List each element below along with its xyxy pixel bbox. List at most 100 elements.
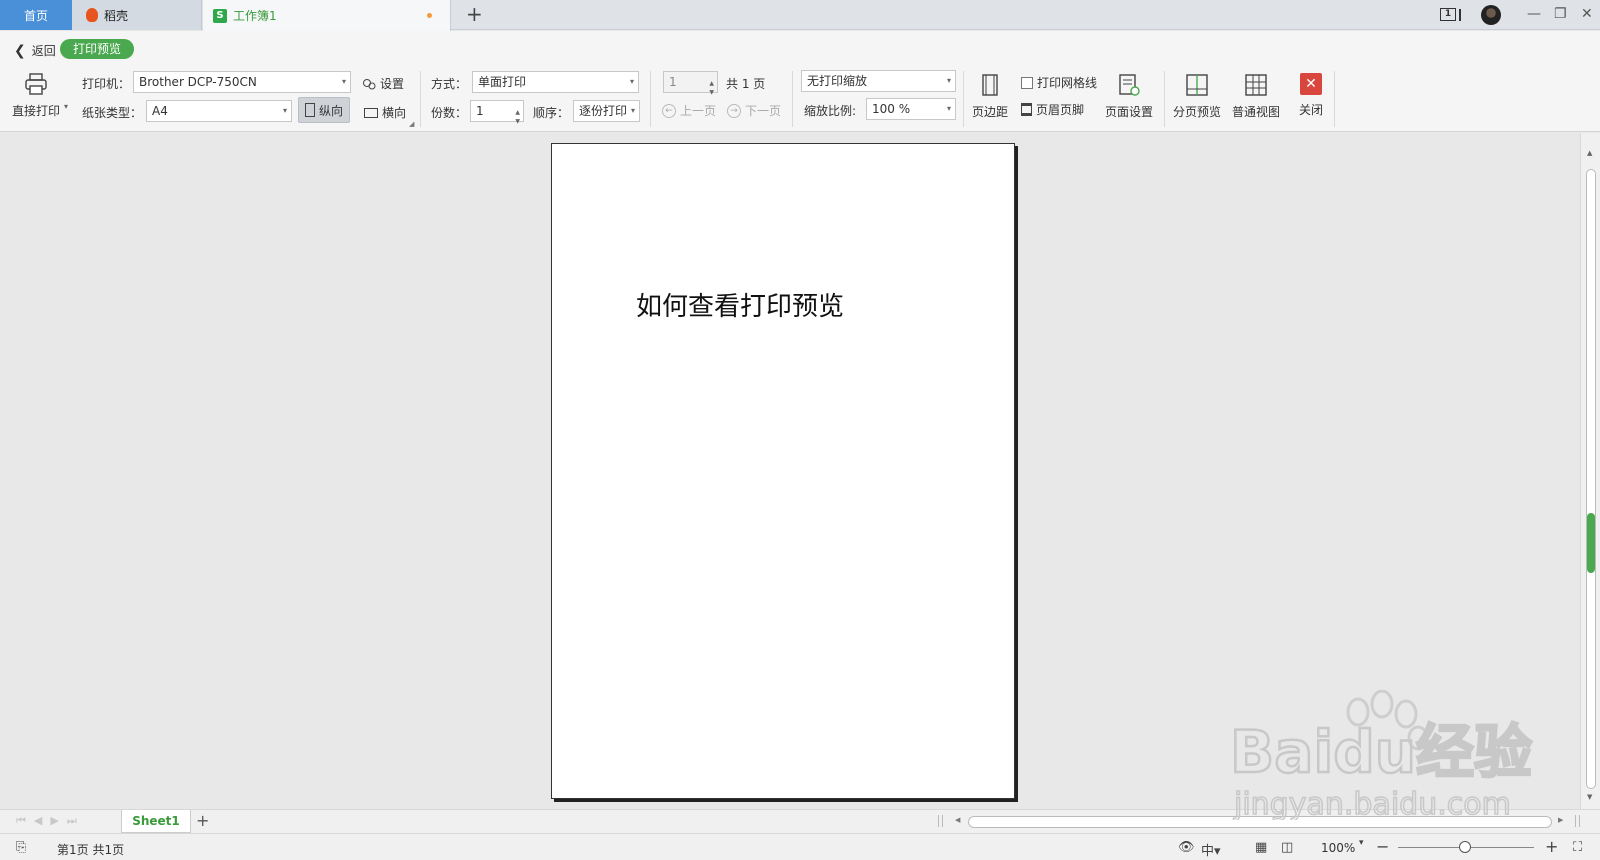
close-preview-label: 关闭 [1299,103,1324,117]
decrement-icon[interactable]: ▼ [515,112,520,132]
chevron-down-icon: ▾ [341,77,346,86]
splitter-handle-icon[interactable] [1575,815,1580,827]
normal-view-button[interactable]: 普通视图 [1232,73,1280,120]
portrait-button[interactable]: 纵向 [298,97,350,123]
scroll-track[interactable] [1586,169,1596,789]
new-tab-icon[interactable]: + [466,4,483,24]
back-label: 返回 [31,44,56,58]
margins-label: 页边距 [972,105,1009,119]
window-count-badge[interactable]: 1 [1440,8,1456,21]
method-select[interactable]: 单面打印 ▾ [472,71,639,93]
tab-workbook-label: 工作簿1 [233,9,277,23]
scroll-thumb[interactable] [1587,513,1595,573]
decrement-icon[interactable]: ▼ [709,83,714,103]
page-number-value: 1 [669,75,677,89]
method-label: 方式： [431,77,468,91]
page-setup-button[interactable]: 页面设置 [1105,73,1153,120]
minimize-icon[interactable]: — [1527,6,1541,22]
zoom-ratio-select[interactable]: 100 % ▾ [866,98,956,120]
printer-settings-label: 设置 [380,77,405,91]
printer-icon [24,72,48,96]
method-value: 单面打印 [478,75,527,89]
avatar[interactable] [1481,5,1501,25]
settings-icon [362,78,376,90]
add-sheet-icon[interactable]: + [196,811,209,830]
prev-page-button[interactable]: ← 上一页 [662,102,716,119]
splitter-handle-icon[interactable] [938,815,943,827]
zoom-dropdown-icon[interactable]: ▾ [1359,838,1364,848]
page-layout-status-icon[interactable]: ◫ [1281,840,1293,855]
header-footer-label: 页眉页脚 [1036,103,1085,117]
direct-print-button[interactable]: 直接打印 [12,72,60,119]
order-label: 顺序： [533,106,570,120]
close-window-icon[interactable]: ✕ [1581,6,1593,22]
print-gridlines-checkbox[interactable]: 打印网格线 [1021,74,1097,91]
restore-icon[interactable]: ❐ [1554,6,1567,22]
order-select[interactable]: 逐份打印 ▾ [573,100,640,122]
unsaved-dot-icon [427,13,432,18]
copies-stepper[interactable]: 1 ▲ ▼ [470,100,524,125]
arrow-left-icon: ← [662,103,676,118]
header-footer-button[interactable]: 页眉页脚 [1021,101,1084,118]
paper-type-label: 纸张类型： [82,106,143,120]
macro-record-icon[interactable]: ⎘ [16,840,26,855]
scroll-down-icon[interactable]: ▼ [1587,793,1592,801]
zoom-in-icon[interactable]: + [1545,837,1558,856]
printer-settings-button[interactable]: 设置 [362,75,404,92]
page-setup-label: 页面设置 [1105,105,1154,119]
page-break-preview-button[interactable]: 分页预览 [1173,73,1221,120]
tab-home-label: 首页 [23,8,48,23]
chevron-down-icon: ▾ [282,106,287,115]
next-page-label: 下一页 [745,104,782,118]
margins-button[interactable]: 页边距 [972,73,1008,120]
landscape-button[interactable]: 横向 [364,104,406,121]
next-page-button[interactable]: → 下一页 [727,102,781,119]
scroll-left-icon[interactable]: ◀ [955,816,960,824]
normal-view-status-icon[interactable]: ▦ [1255,840,1267,855]
landscape-label: 横向 [382,106,407,120]
input-method-icon[interactable]: 中▾ [1201,840,1221,859]
mode-badge: 打印预览 [60,39,134,59]
print-page: 如何查看打印预览 [551,143,1015,799]
scaling-value: 无打印缩放 [807,74,868,88]
tab-workbook[interactable]: S 工作簿1 [203,0,451,31]
portrait-label: 纵向 [318,103,343,118]
divider [1164,71,1165,127]
portrait-icon [304,103,315,117]
printer-label: 打印机： [82,77,131,91]
prev-page-label: 上一页 [680,104,717,118]
page-setup-icon [1117,73,1141,97]
zoom-out-icon[interactable]: − [1376,837,1389,856]
landscape-icon [364,107,378,118]
tab-daoke-label: 稻壳 [104,8,129,23]
status-zoom-value[interactable]: 100% [1321,841,1355,855]
chevron-down-icon: ▾ [946,104,951,113]
margins-icon [978,73,1002,97]
paper-type-select[interactable]: A4 ▾ [146,100,292,122]
chevron-down-icon: ▾ [946,76,951,85]
divider [650,71,651,127]
printer-select[interactable]: Brother DCP-750CN ▾ [133,71,351,93]
status-bar: ⎘ 第1页 共1页 👁 中▾ ▦ ◫ 100% ▾ − + ⛶ [0,833,1600,860]
close-preview-button[interactable]: ✕ 关闭 [1299,73,1323,118]
scaling-select[interactable]: 无打印缩放 ▾ [801,70,956,92]
fullscreen-icon[interactable]: ⛶ [1573,840,1582,855]
page-total: 共 1 页 [726,77,766,91]
direct-print-dropdown-icon[interactable]: ▾ [64,102,68,111]
tab-bar: 首页 稻壳 S 工作簿1 + 1 — ❐ ✕ [0,0,1600,31]
vertical-scrollbar[interactable]: ▲ ▼ [1580,133,1600,809]
eye-protect-icon[interactable]: 👁 [1178,840,1195,855]
zoom-slider-knob[interactable] [1459,841,1471,853]
expand-corner-icon[interactable]: ◢ [409,120,414,128]
back-button[interactable]: ❮ 返回 [14,42,56,59]
scroll-right-icon[interactable]: ▶ [1558,816,1563,824]
close-icon: ✕ [1300,73,1322,95]
horizontal-scrollbar[interactable] [968,816,1552,828]
sheet-tab-sheet1[interactable]: Sheet1 [121,810,191,833]
scroll-up-icon[interactable]: ▲ [1587,149,1592,157]
tab-home[interactable]: 首页 [0,0,72,30]
divider [420,71,421,127]
tab-daoke[interactable]: 稻壳 [72,0,202,30]
sheet-nav-arrows-icon[interactable]: ⏮◀▶⏭ [16,814,85,828]
page-number-stepper[interactable]: 1 ▲ ▼ [663,71,718,96]
